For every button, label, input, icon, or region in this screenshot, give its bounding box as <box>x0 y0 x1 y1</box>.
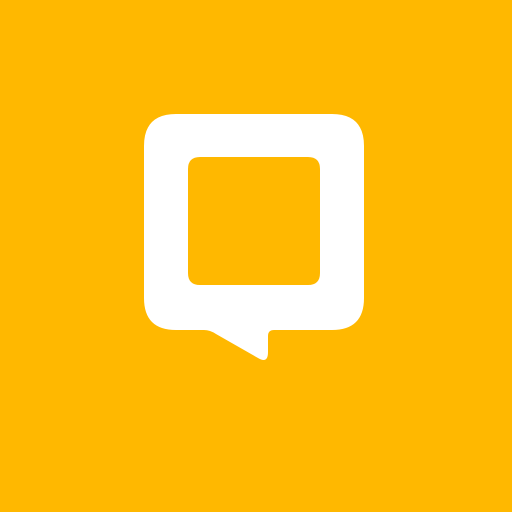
speech-bubble-shape <box>144 114 364 360</box>
speech-bubble-square-icon <box>144 114 364 360</box>
app-icon <box>0 0 512 512</box>
